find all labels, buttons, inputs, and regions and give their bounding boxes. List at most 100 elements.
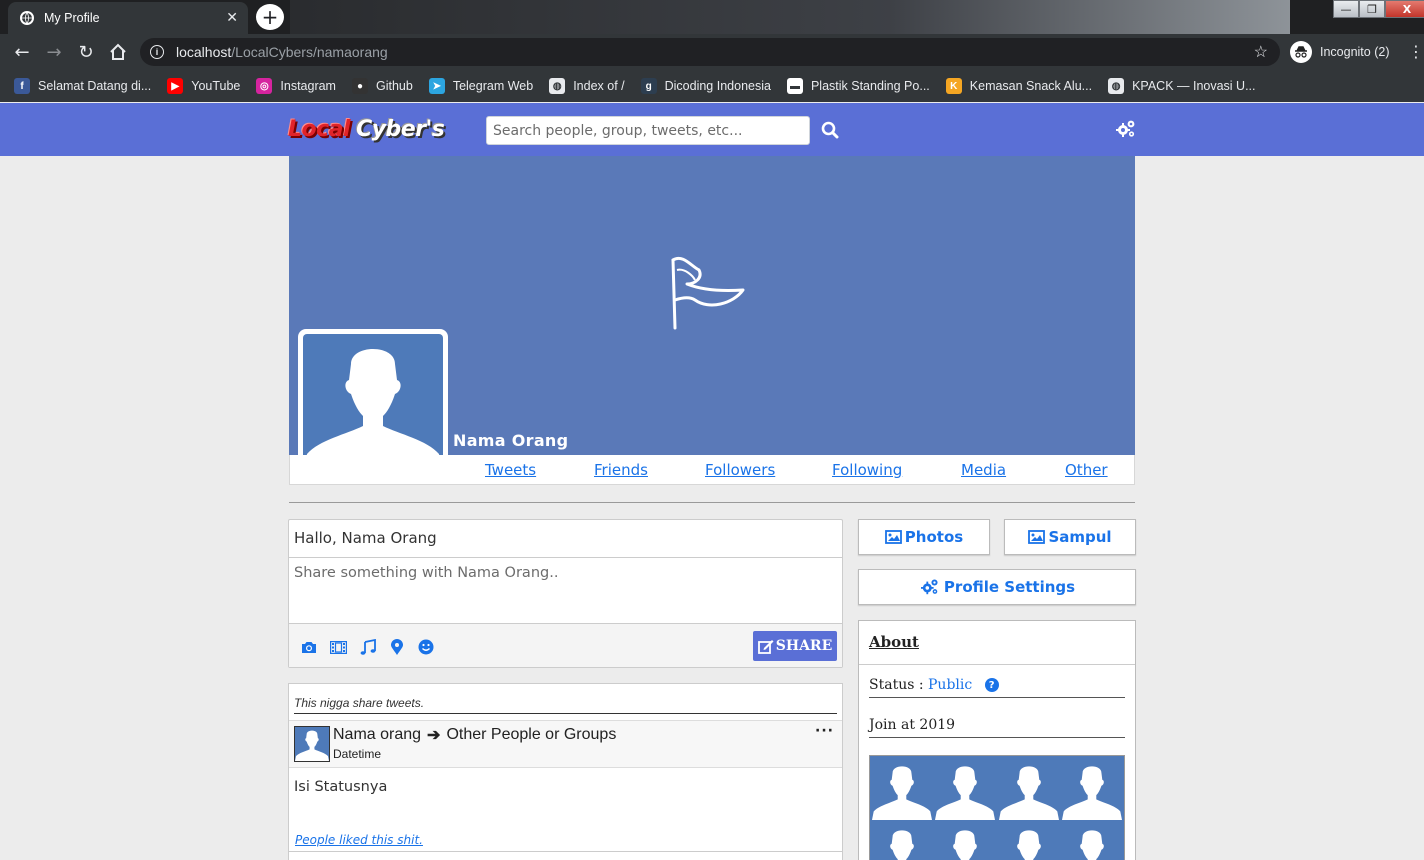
bookmark-item[interactable]: f Selamat Datang di... [14,78,151,94]
bookmark-label: Index of / [573,79,625,93]
bookmark-item[interactable]: ▬ Plastik Standing Po... [786,78,930,94]
plastik-icon: ▬ [786,78,803,94]
window-controls: — ❐ X [1333,0,1424,18]
new-tab-button[interactable]: + [256,4,284,30]
avatar[interactable] [294,726,330,762]
site-logo[interactable]: Local Cyber's [288,111,445,147]
bookmark-item[interactable]: ◍ KPACK — Inovasi U... [1108,78,1256,94]
telegram-icon: ➤ [428,78,445,94]
home-icon[interactable] [106,40,130,64]
globe-icon: ◍ [549,78,566,94]
window-close-button[interactable]: X [1385,0,1424,18]
active-tab[interactable]: My Profile ✕ [8,2,248,34]
post-likes-link[interactable]: People liked this shit. [295,833,423,847]
person-silhouette-icon [295,730,329,761]
profile-settings-button[interactable]: Profile Settings [858,569,1136,605]
tab-following[interactable]: Following [832,461,902,479]
share-button[interactable]: SHARE [753,631,837,661]
reload-icon[interactable]: ↻ [74,40,98,64]
person-silhouette-icon [871,766,932,820]
film-icon[interactable] [328,637,348,657]
location-icon[interactable] [387,637,407,657]
composer-greeting: Hallo, Nama Orang [289,520,842,558]
bookmark-item[interactable]: g Dicoding Indonesia [640,78,771,94]
bookmark-item[interactable]: K Kemasan Snack Alu... [945,78,1093,94]
share-label: SHARE [775,638,833,654]
profile-tabs: Tweets Friends Followers Following Media… [289,455,1135,485]
url-host: localhost [176,44,232,60]
bookmark-item[interactable]: ◎ Instagram [256,78,336,94]
incognito-label: Incognito (2) [1320,45,1390,59]
status-row: Status : Public ? [869,677,1125,698]
status-value[interactable]: Public [928,677,972,693]
facebook-icon: f [14,78,30,94]
post-author[interactable]: Nama orang [333,726,421,744]
bookmark-label: Instagram [280,79,336,93]
person-silhouette-icon [953,830,978,860]
join-row: Join at 2019 [869,717,1125,738]
back-arrow-icon[interactable]: ← [10,40,34,64]
tab-friends[interactable]: Friends [594,461,648,479]
bookmark-star-icon[interactable]: ☆ [1254,42,1268,62]
tab-followers[interactable]: Followers [705,461,775,479]
bookmark-item[interactable]: ▶ YouTube [167,78,240,94]
person-silhouette-icon [889,830,914,860]
person-silhouette-icon [935,766,996,820]
bookmark-item[interactable]: ➤ Telegram Web [428,78,533,94]
status-textarea[interactable] [289,558,842,623]
friend-avatar[interactable] [870,820,934,860]
close-tab-icon[interactable]: ✕ [226,10,238,26]
minimize-button[interactable]: — [1333,0,1359,18]
about-panel: About Status : Public ? Join at 2019 [858,620,1136,860]
friend-avatar[interactable] [870,756,934,820]
person-silhouette-icon [998,766,1059,820]
bookmark-label: Selamat Datang di... [38,79,152,93]
post-target[interactable]: Other People or Groups [446,726,616,744]
globe-icon: ◍ [1108,78,1125,94]
person-silhouette-icon [303,349,443,474]
friend-avatar[interactable] [934,756,998,820]
bookmark-item[interactable]: ● Github [351,78,413,94]
photos-label: Photos [904,528,964,546]
maximize-button[interactable]: ❐ [1359,0,1385,18]
friends-grid [869,755,1125,860]
bookmark-label: Kemasan Snack Alu... [969,79,1093,93]
camera-icon[interactable] [299,637,319,657]
bookmark-label: Dicoding Indonesia [664,79,771,93]
sampul-button[interactable]: Sampul [1004,519,1136,555]
friend-avatar[interactable] [1061,820,1125,860]
tab-tweets[interactable]: Tweets [485,461,536,479]
tab-media[interactable]: Media [961,461,1006,479]
forward-arrow-icon[interactable]: → [42,40,66,64]
friend-avatar[interactable] [997,756,1061,820]
kemasan-icon: K [945,78,962,94]
music-icon[interactable] [358,637,378,657]
help-icon[interactable]: ? [984,678,999,692]
photos-button[interactable]: Photos [858,519,990,555]
post-card: This nigga share tweets. Nama orang ➔ Ot… [288,683,843,860]
url-field[interactable]: i localhost/LocalCybers/namaorang ☆ [140,38,1280,66]
more-options-icon[interactable]: ··· [815,723,834,739]
search-input[interactable] [486,116,810,145]
smile-icon[interactable] [416,637,436,657]
friend-avatar[interactable] [934,820,998,860]
bookmark-label: Github [375,79,413,93]
site-info-icon[interactable]: i [150,45,164,59]
settings-gears-icon[interactable] [1114,117,1138,141]
post-author-line: Nama orang ➔ Other People or Groups [333,725,616,745]
about-title: About [859,621,1135,665]
friend-avatar[interactable] [1061,756,1125,820]
profile-settings-label: Profile Settings [943,578,1076,596]
browser-menu-icon[interactable]: ⋮ [1408,42,1424,61]
incognito-icon [1290,41,1312,63]
background-tabs [290,0,1290,34]
bookmarks-bar: f Selamat Datang di... ▶ YouTube ◎ Instagram ●… [0,70,1424,102]
incognito-indicator[interactable]: Incognito (2) [1290,39,1400,65]
person-silhouette-icon [1080,830,1105,860]
tab-other[interactable]: Other [1065,461,1108,479]
friend-avatar[interactable] [997,820,1061,860]
person-silhouette-icon [1062,766,1123,820]
bookmark-item[interactable]: ◍ Index of / [549,78,625,94]
composer-toolbar: SHARE [289,623,842,667]
search-icon[interactable] [819,119,841,141]
